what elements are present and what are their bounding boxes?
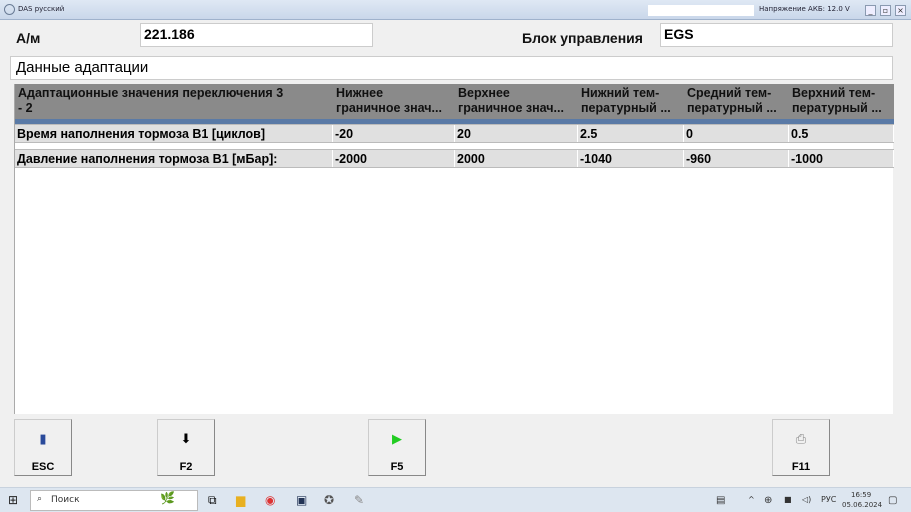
ecu-label: Блок управления bbox=[522, 30, 643, 46]
cell: Давление наполнения тормоза B1 [мБар]: bbox=[15, 150, 333, 167]
status-field bbox=[648, 5, 754, 16]
battery-voltage: Напряжение АКБ: 12.0 V bbox=[759, 5, 850, 13]
column-header[interactable]: Верхнее граничное знач... bbox=[455, 84, 578, 119]
cell: -20 bbox=[333, 125, 455, 142]
column-header[interactable]: Нижний тем-пературный ... bbox=[578, 84, 684, 119]
vehicle-field: 221.186 bbox=[140, 23, 373, 47]
language-indicator[interactable]: РУС bbox=[821, 495, 836, 504]
search-icon: ⌕ bbox=[37, 494, 43, 504]
task-view-icon[interactable]: ⧉ bbox=[208, 493, 217, 508]
network-icon[interactable]: ⊕ bbox=[764, 495, 772, 506]
minimize-button[interactable]: _ bbox=[865, 5, 876, 16]
esc-button[interactable]: ▮ ESC bbox=[14, 419, 72, 476]
f5-button[interactable]: ▶ F5 bbox=[368, 419, 426, 476]
chrome-icon[interactable]: ◉ bbox=[265, 493, 275, 507]
close-button[interactable]: × bbox=[895, 5, 906, 16]
widgets-icon[interactable]: ▤ bbox=[716, 495, 725, 506]
button-label: ESC bbox=[31, 461, 55, 473]
f11-button[interactable]: ⎙ F11 bbox=[772, 419, 830, 476]
button-label: F5 bbox=[390, 461, 404, 473]
arrow-down-icon: ⬇ bbox=[180, 432, 192, 447]
cell: 0.5 bbox=[789, 125, 894, 142]
column-header[interactable]: Средний тем-пературный ... bbox=[684, 84, 789, 119]
column-header[interactable]: Верхний тем-пературный ... bbox=[789, 84, 894, 119]
play-icon: ▶ bbox=[392, 432, 402, 447]
cell: -2000 bbox=[333, 150, 455, 167]
column-header[interactable]: Нижнее граничное знач... bbox=[333, 84, 455, 119]
taskbar: ⊞ ⌕ Поиск 🌿 ⧉ ▆ ◉ ▣ ✪ ✎ ▤ ^ ⊕ ■ ◁) РУС 16… bbox=[0, 487, 911, 512]
table-header: Адаптационные значения переключения 3- 2… bbox=[15, 84, 894, 119]
clock-date[interactable]: 05.06.2024 bbox=[842, 501, 882, 509]
window-title: DAS русский bbox=[18, 5, 65, 13]
notifications-icon[interactable]: ▢ bbox=[888, 495, 897, 506]
app-icon[interactable]: ▣ bbox=[296, 493, 307, 507]
cell: 2.5 bbox=[578, 125, 684, 142]
app-logo-icon bbox=[4, 4, 15, 15]
search-placeholder: Поиск bbox=[51, 495, 80, 505]
f2-button[interactable]: ⬇ F2 bbox=[157, 419, 215, 476]
restore-button[interactable]: ▫ bbox=[880, 5, 891, 16]
printer-icon: ⎙ bbox=[795, 432, 807, 447]
windows-start-icon[interactable]: ⊞ bbox=[8, 493, 18, 507]
cell: -1000 bbox=[789, 150, 894, 167]
adaptation-table: Адаптационные значения переключения 3- 2… bbox=[14, 84, 894, 414]
search-highlight-icon: 🌿 bbox=[160, 491, 175, 505]
table-row[interactable]: Давление наполнения тормоза B1 [мБар]: -… bbox=[15, 149, 894, 168]
cell: 2000 bbox=[455, 150, 578, 167]
ecu-field: EGS bbox=[660, 23, 893, 47]
column-header[interactable]: Адаптационные значения переключения 3- 2 bbox=[15, 84, 333, 119]
exit-door-icon: ▮ bbox=[39, 432, 47, 447]
button-label: F11 bbox=[791, 461, 811, 473]
vehicle-label: А/м bbox=[16, 30, 41, 46]
button-label: F2 bbox=[179, 461, 193, 473]
tool-icon[interactable]: ✎ bbox=[354, 493, 364, 507]
volume-icon[interactable]: ◁) bbox=[802, 495, 811, 504]
mercedes-das-icon[interactable]: ✪ bbox=[324, 493, 334, 507]
file-explorer-icon[interactable]: ▆ bbox=[236, 493, 245, 507]
cell: -1040 bbox=[578, 150, 684, 167]
cell: 20 bbox=[455, 125, 578, 142]
clock-time[interactable]: 16:59 bbox=[851, 491, 871, 499]
tray-chevron-icon[interactable]: ^ bbox=[748, 495, 755, 504]
title-bar: DAS русский Напряжение АКБ: 12.0 V _ ▫ × bbox=[0, 0, 911, 20]
cell: Время наполнения тормоза B1 [циклов] bbox=[15, 125, 333, 142]
table-row[interactable]: Время наполнения тормоза B1 [циклов] -20… bbox=[15, 124, 894, 143]
cell: -960 bbox=[684, 150, 789, 167]
section-title: Данные адаптации bbox=[10, 56, 893, 80]
cell: 0 bbox=[684, 125, 789, 142]
battery-icon[interactable]: ■ bbox=[784, 495, 792, 504]
